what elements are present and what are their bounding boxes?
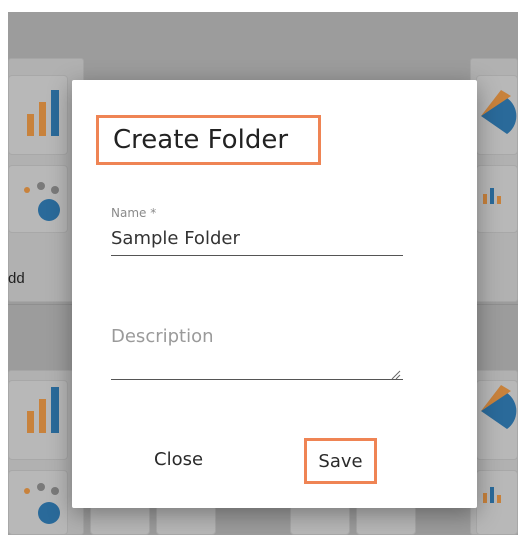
create-folder-dialog: Create Folder Name * Close Save: [72, 80, 477, 508]
save-button[interactable]: Save: [318, 451, 362, 472]
resize-grip-icon[interactable]: [391, 370, 401, 380]
name-input[interactable]: [111, 227, 403, 256]
description-field: [111, 326, 403, 385]
dialog-title: Create Folder: [113, 125, 289, 155]
save-highlight: Save: [304, 438, 377, 484]
close-button[interactable]: Close: [154, 449, 203, 470]
description-input[interactable]: [111, 326, 403, 380]
name-label: Name *: [111, 206, 157, 220]
name-field: Name *: [111, 206, 403, 256]
title-highlight: Create Folder: [96, 115, 321, 165]
